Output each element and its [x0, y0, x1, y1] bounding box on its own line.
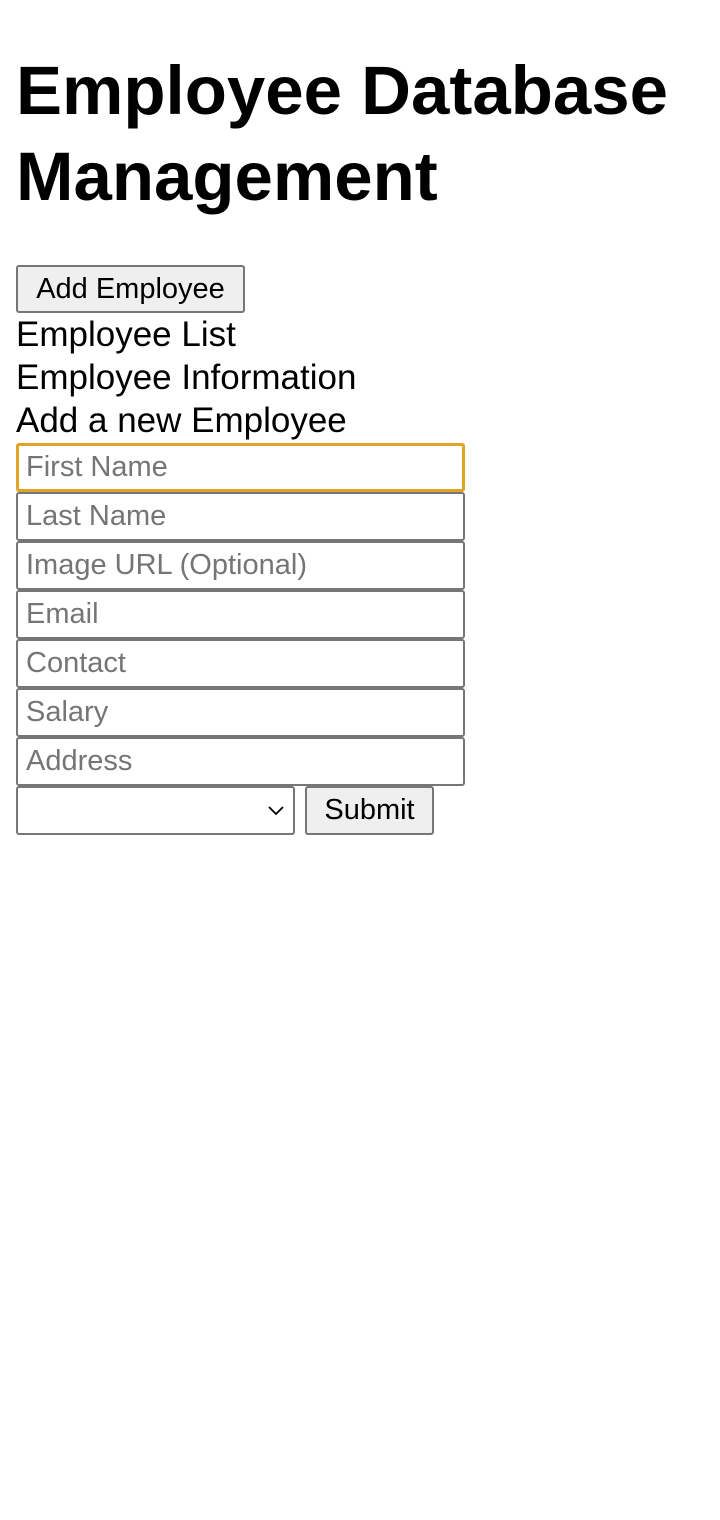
page: Employee Database Management Add Employe… — [16, 0, 704, 835]
add-employee-form: Submit — [16, 443, 704, 835]
address-input[interactable] — [16, 737, 465, 786]
first-name-input[interactable] — [16, 443, 465, 492]
salary-input[interactable] — [16, 688, 465, 737]
employee-information-heading: Employee Information — [16, 358, 357, 397]
employee-select[interactable] — [16, 786, 295, 835]
image-url-input[interactable] — [16, 541, 465, 590]
email-input[interactable] — [16, 590, 465, 639]
last-name-input[interactable] — [16, 492, 465, 541]
page-title: Employee Database Management — [16, 52, 668, 215]
submit-button[interactable]: Submit — [305, 786, 434, 835]
add-employee-button[interactable]: Add Employee — [16, 265, 245, 313]
employee-select-dropdown[interactable] — [18, 788, 293, 833]
contact-input[interactable] — [16, 639, 465, 688]
add-new-employee-heading: Add a new Employee — [16, 401, 347, 440]
form-actions-row: Submit — [16, 786, 704, 835]
employee-list-heading: Employee List — [16, 315, 236, 354]
